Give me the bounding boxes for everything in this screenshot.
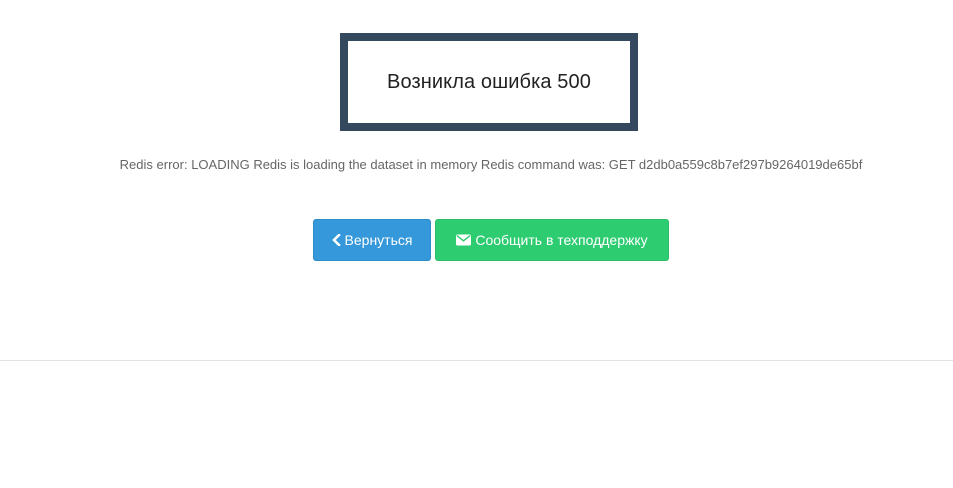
report-support-button[interactable]: Сообщить в техподдержку [435, 219, 669, 261]
error-message: Redis error: LOADING Redis is loading th… [119, 157, 863, 172]
back-button[interactable]: Вернуться [313, 219, 431, 261]
chevron-left-icon [331, 234, 341, 246]
back-button-label: Вернуться [344, 232, 413, 248]
envelope-icon [456, 234, 472, 246]
error-box: Возникла ошибка 500 [340, 33, 638, 131]
error-title: Возникла ошибка 500 [387, 70, 591, 93]
divider [0, 360, 953, 361]
report-support-button-label: Сообщить в техподдержку [475, 232, 648, 248]
